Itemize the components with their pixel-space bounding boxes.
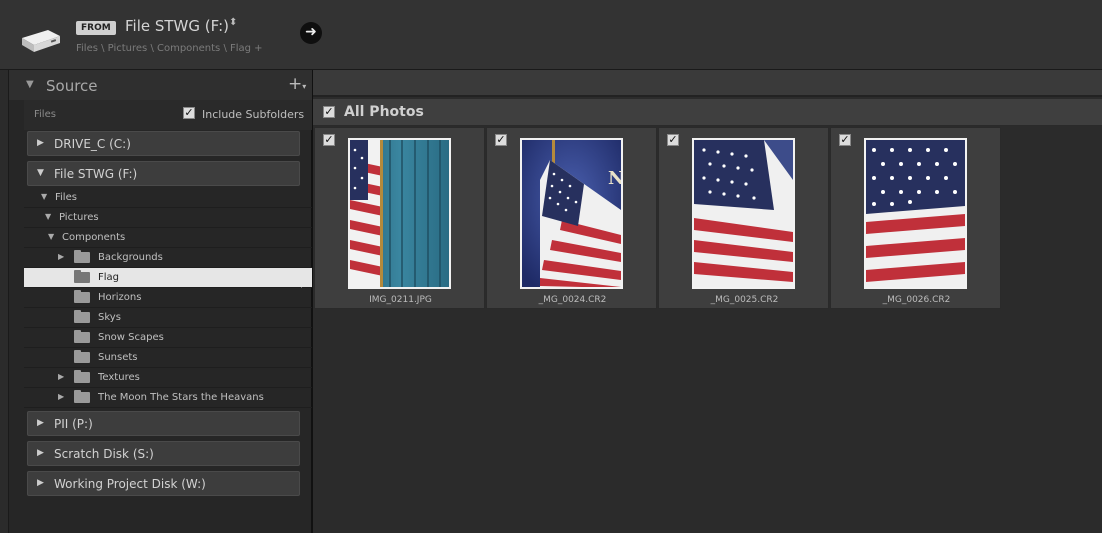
tree-item-label: Textures [98, 372, 140, 383]
collapse-triangle-icon[interactable]: ▼ [26, 79, 34, 90]
photo-checkbox[interactable]: ✓ [495, 134, 507, 146]
photo-cell[interactable]: ✓ IMG_0211.JPG [314, 127, 485, 309]
photo-thumbnail[interactable]: N [520, 138, 623, 289]
tree-item-label: Backgrounds [98, 252, 163, 263]
include-subfolders-checkbox[interactable]: ✓ [183, 107, 195, 119]
volume-label: PII (P:) [54, 417, 93, 431]
folder-icon [74, 350, 90, 363]
tree-item-pictures[interactable]: ▼ Pictures [24, 208, 312, 228]
source-panel-header[interactable]: ▼ Source +▾ [9, 70, 312, 100]
collapse-triangle-icon: ▼ [48, 232, 55, 241]
folder-icon [74, 290, 90, 303]
photo-cell[interactable]: ✓ _MG_0026.CR2 [830, 127, 1001, 309]
photo-checkbox[interactable]: ✓ [323, 134, 335, 146]
tree-item-label: Skys [98, 312, 121, 323]
tree-item-snow-scapes[interactable]: Snow Scapes [24, 328, 312, 348]
flag-curtain-image [350, 140, 449, 287]
files-label: Files [34, 109, 56, 120]
tree-item-components[interactable]: ▼ Components [24, 228, 312, 248]
volume-label: File STWG (F:) [54, 167, 138, 181]
forward-arrow-button[interactable]: ➜ [300, 22, 322, 44]
tree-item-files[interactable]: ▼ Files [24, 188, 312, 208]
volume-drive-c[interactable]: ▶ DRIVE_C (C:) [27, 131, 300, 156]
from-badge: FROM [76, 21, 116, 35]
all-photos-header: ✓ All Photos [313, 99, 1102, 126]
photo-filename: IMG_0211.JPG [369, 295, 432, 305]
volume-file-stwg[interactable]: ▼ File STWG (F:) [27, 161, 300, 186]
tree-item-horizons[interactable]: Horizons [24, 288, 312, 308]
source-selector-toggle-icon[interactable]: ⬍ [229, 18, 237, 28]
grid-toolbar-strip [313, 70, 1102, 97]
collapse-triangle-icon: ▼ [41, 192, 48, 201]
expand-triangle-icon[interactable]: ▶ [58, 392, 64, 401]
all-photos-label: All Photos [344, 104, 424, 120]
files-options-row: Files ✓ Include Subfolders [24, 100, 312, 130]
expand-triangle-icon: ▶ [37, 478, 44, 488]
include-subfolders-label[interactable]: Include Subfolders [202, 108, 304, 121]
folder-icon [74, 390, 90, 403]
photo-checkbox[interactable]: ✓ [839, 134, 851, 146]
expand-triangle-icon[interactable]: ▶ [58, 372, 64, 381]
flag-image: N [522, 140, 621, 287]
collapse-triangle-icon: ▼ [37, 168, 44, 178]
photo-thumbnail[interactable] [864, 138, 967, 289]
selection-pointer [301, 268, 309, 288]
folder-icon [74, 250, 90, 263]
expand-triangle-icon: ▶ [37, 138, 44, 148]
volume-working-project-disk[interactable]: ▶ Working Project Disk (W:) [27, 471, 300, 496]
photo-filename: _MG_0025.CR2 [710, 295, 779, 305]
volume-label: Scratch Disk (S:) [54, 447, 154, 461]
tree-item-label: Pictures [59, 212, 99, 223]
import-source-bar: FROM File STWG (F:) ⬍ Files \ Pictures \… [0, 0, 1102, 70]
collapse-triangle-icon: ▼ [45, 212, 52, 221]
source-panel-title: Source [46, 77, 98, 95]
source-panel: ▼ Source +▾ Files ✓ Include Subfolders ▶… [8, 70, 313, 533]
tree-item-textures[interactable]: ▶ Textures [24, 368, 312, 388]
tree-item-label: Files [55, 192, 77, 203]
photo-filename: _MG_0026.CR2 [882, 295, 951, 305]
photo-grid-area: ✓ All Photos ✓ IMG_0211.JPG ✓ _MG_0024.C… [313, 70, 1102, 533]
tree-item-label: Components [62, 232, 126, 243]
folder-icon [74, 310, 90, 323]
tree-item-label: The Moon The Stars the Heavans [98, 392, 264, 403]
photo-thumbnail[interactable] [692, 138, 795, 289]
volume-label: Working Project Disk (W:) [54, 477, 206, 491]
tree-item-flag[interactable]: Flag [24, 268, 312, 288]
tree-item-sunsets[interactable]: Sunsets [24, 348, 312, 368]
add-source-plus-icon[interactable]: +▾ [288, 74, 306, 94]
volume-pii[interactable]: ▶ PII (P:) [27, 411, 300, 436]
tree-item-skys[interactable]: Skys [24, 308, 312, 328]
tree-item-the-moon[interactable]: ▶ The Moon The Stars the Heavans [24, 388, 312, 408]
photo-thumbnail[interactable] [348, 138, 451, 289]
tree-item-label: Horizons [98, 292, 142, 303]
expand-triangle-icon: ▶ [37, 418, 44, 428]
photo-filename: _MG_0024.CR2 [538, 295, 607, 305]
photo-checkbox[interactable]: ✓ [667, 134, 679, 146]
tree-item-label: Flag [98, 272, 120, 283]
expand-triangle-icon[interactable]: ▶ [58, 252, 64, 261]
folder-icon [74, 330, 90, 343]
volume-label: DRIVE_C (C:) [54, 137, 131, 151]
folder-icon [74, 270, 90, 283]
breadcrumb[interactable]: Files \ Pictures \ Components \ Flag + [76, 43, 263, 54]
expand-triangle-icon: ▶ [37, 448, 44, 458]
folder-icon [74, 370, 90, 383]
photo-cell[interactable]: ✓ N [486, 127, 657, 309]
volume-scratch-disk[interactable]: ▶ Scratch Disk (S:) [27, 441, 300, 466]
tree-item-label: Snow Scapes [98, 332, 164, 343]
svg-text:N: N [608, 168, 621, 189]
flag-image [694, 140, 793, 287]
all-photos-checkbox[interactable]: ✓ [323, 106, 335, 118]
tree-item-backgrounds[interactable]: ▶ Backgrounds [24, 248, 312, 268]
flag-image [866, 140, 965, 287]
source-volume-title[interactable]: File STWG (F:) [125, 17, 229, 35]
hard-drive-icon [18, 28, 62, 54]
photo-cell[interactable]: ✓ _MG_0025.CR2 [658, 127, 829, 309]
tree-item-label: Sunsets [98, 352, 138, 363]
